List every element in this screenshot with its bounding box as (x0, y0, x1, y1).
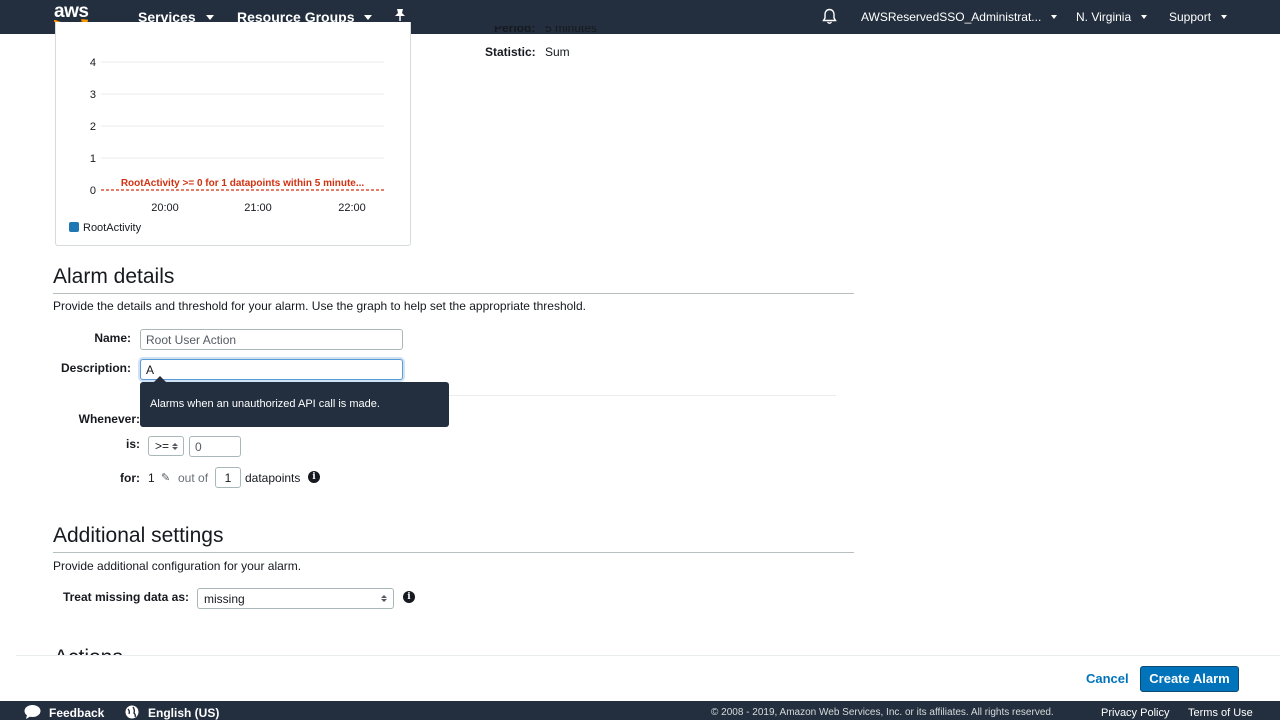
x-tick-label: 21:00 (244, 202, 272, 214)
chevron-down-icon (1221, 15, 1228, 19)
threshold-input[interactable]: 0 (189, 436, 241, 457)
x-tick-label: 20:00 (151, 202, 179, 214)
whenever-label: Whenever: (78, 412, 140, 426)
account-menu[interactable]: AWSReservedSSO_Administrat... (861, 10, 1058, 24)
create-alarm-button[interactable]: Create Alarm (1140, 666, 1239, 692)
y-tick-label: 0 (90, 185, 96, 197)
statistic-value: Sum (545, 45, 570, 59)
bell-icon[interactable] (822, 8, 837, 25)
account-label: AWSReservedSSO_Administrat... (861, 10, 1042, 24)
y-tick-label: 1 (90, 153, 96, 165)
updown-arrows-icon (381, 595, 387, 602)
x-tick-label: 22:00 (338, 202, 366, 214)
additional-settings-description: Provide additional configuration for you… (53, 559, 302, 573)
privacy-policy-link[interactable]: Privacy Policy (1101, 707, 1169, 719)
chevron-down-icon (364, 14, 373, 20)
section-divider (53, 293, 854, 294)
for-count: 1 (148, 471, 155, 485)
operator-value: >= (155, 439, 170, 453)
support-menu[interactable]: Support (1169, 10, 1228, 24)
for-label: for: (120, 471, 140, 485)
y-tick-label: 3 (90, 89, 96, 101)
info-icon[interactable]: i (403, 591, 415, 603)
section-divider (53, 552, 854, 553)
chevron-down-icon (1051, 15, 1058, 19)
feedback-icon (24, 705, 41, 720)
feedback-link[interactable]: Feedback (49, 706, 104, 720)
additional-settings-title: Additional settings (53, 524, 224, 547)
globe-icon (125, 705, 139, 720)
info-icon[interactable]: i (308, 471, 320, 483)
actions-title: Actions (54, 644, 123, 655)
metric-chart-card: 4 3 2 1 0 RootActivity >= 0 for 1 datapoints … (55, 22, 411, 246)
threshold-label: RootActivity >= 0 for 1 datapoints withi… (121, 178, 365, 189)
name-label: Name: (94, 331, 131, 345)
pencil-icon[interactable]: ✎ (161, 471, 170, 484)
region-label: N. Virginia (1076, 10, 1132, 24)
alarm-details-title: Alarm details (53, 265, 175, 288)
datapoints-input[interactable]: 1 (215, 467, 241, 488)
metric-chart: 4 3 2 1 0 RootActivity >= 0 for 1 datapoints … (69, 57, 384, 234)
period-label: Period: (494, 26, 536, 34)
tooltip-text: Alarms when an unauthorized API call is … (150, 398, 380, 410)
period-value: 5 minutes (545, 26, 598, 34)
cancel-button[interactable]: Cancel (1086, 671, 1129, 686)
datapoints-label: datapoints (245, 471, 301, 485)
chevron-down-icon (205, 14, 214, 20)
support-label: Support (1169, 10, 1212, 24)
treat-missing-value: missing (204, 591, 245, 606)
terms-of-use-link[interactable]: Terms of Use (1188, 707, 1253, 719)
y-tick-label: 2 (90, 121, 96, 133)
description-input[interactable]: A (140, 359, 403, 380)
chevron-down-icon (1141, 15, 1148, 19)
language-selector[interactable]: English (US) (148, 706, 219, 720)
treat-missing-select[interactable]: missing (197, 588, 394, 609)
y-tick-label: 4 (90, 57, 96, 69)
treat-missing-label: Treat missing data as: (62, 590, 189, 604)
out-of-label: out of (178, 471, 209, 485)
operator-select[interactable]: >= (148, 436, 184, 456)
alarm-details-description: Provide the details and threshold for yo… (53, 299, 586, 313)
pin-icon[interactable] (394, 8, 406, 22)
legend-label: RootActivity (83, 222, 142, 234)
region-menu[interactable]: N. Virginia (1076, 10, 1148, 24)
updown-arrows-icon (172, 442, 179, 450)
description-tooltip: Alarms when an unauthorized API call is … (140, 376, 449, 427)
legend-swatch (69, 222, 79, 232)
is-label: is: (125, 437, 140, 451)
description-label: Description: (60, 361, 131, 375)
copyright-text: © 2008 - 2019, Amazon Web Services, Inc.… (711, 707, 1054, 718)
footer: Feedback English (US) © 2008 - 2019, Ama… (0, 701, 1280, 720)
statistic-label: Statistic: (485, 45, 536, 59)
name-input[interactable]: Root User Action (140, 329, 403, 350)
